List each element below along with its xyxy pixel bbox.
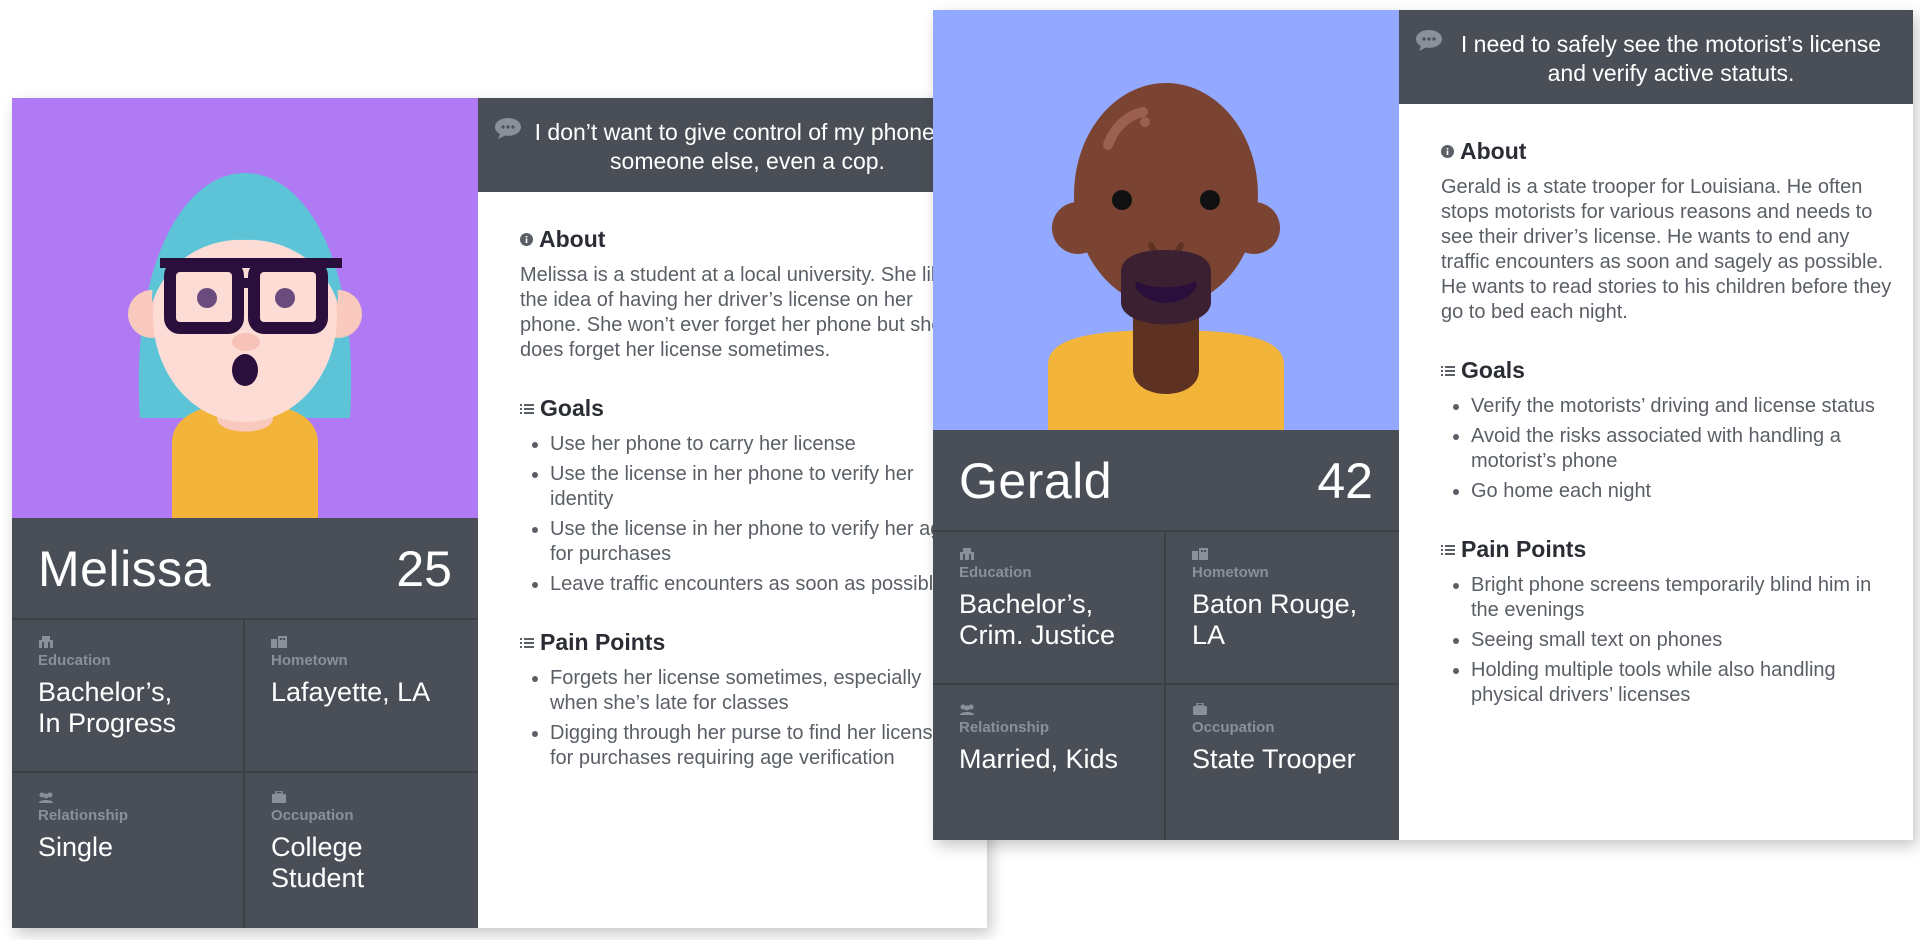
list-item: Avoid the risks associated with handling… <box>1471 424 1895 474</box>
goals-heading: Goals <box>520 395 969 422</box>
section-title: About <box>1460 138 1527 164</box>
list-item: Go home each night <box>1471 479 1895 504</box>
quote-bar: I need to safely see the motorist’s lice… <box>1399 10 1913 104</box>
relationship-icon <box>960 704 974 715</box>
about-text: Melissa is a student at a local universi… <box>520 264 963 361</box>
detail-label: Relationship <box>38 807 129 824</box>
persona-quote: I don’t want to give control of my phone… <box>534 119 961 174</box>
detail-label: Hometown <box>1192 564 1269 581</box>
detail-label: Relationship <box>959 719 1050 736</box>
list-icon <box>520 403 534 414</box>
info-icon <box>520 233 533 246</box>
persona-age: 42 <box>1317 453 1373 509</box>
detail-label: Education <box>959 564 1032 581</box>
goals-list: Verify the motorists’ driving and licens… <box>1441 394 1895 504</box>
info-icon <box>1441 145 1454 158</box>
detail-hometown: Hometown Lafayette, LA <box>245 618 478 773</box>
persona-quote: I need to safely see the motorist’s lice… <box>1460 31 1882 86</box>
about-heading: About <box>520 226 969 253</box>
section-title: Goals <box>540 395 604 421</box>
list-item: Use the license in her phone to verify h… <box>550 462 969 512</box>
goals-heading: Goals <box>1441 357 1895 384</box>
detail-label: Hometown <box>271 652 348 669</box>
detail-value: College Student <box>271 832 365 893</box>
avatar <box>933 10 1399 430</box>
details-grid: Education Bachelor’s, In Progress Hometo… <box>12 618 478 928</box>
education-icon <box>960 548 974 560</box>
detail-value: State Trooper <box>1192 744 1356 774</box>
list-item: Seeing small text on phones <box>1471 628 1895 653</box>
detail-label: Occupation <box>271 807 354 824</box>
occupation-icon <box>1193 703 1207 715</box>
occupation-icon <box>272 791 286 803</box>
relationship-icon <box>39 792 53 803</box>
section-title: Pain Points <box>540 629 666 655</box>
pain-points-list: Bright phone screens temporarily blind h… <box>1441 573 1895 708</box>
section-title: Pain Points <box>1461 536 1587 562</box>
goals-list: Use her phone to carry her license Use t… <box>520 432 969 597</box>
list-item: Digging through her purse to find her li… <box>550 721 969 771</box>
section-title: About <box>539 226 606 252</box>
persona-content: About Melissa is a student at a local un… <box>478 192 987 928</box>
detail-relationship: Relationship Single <box>12 773 245 928</box>
list-icon <box>1441 365 1455 376</box>
about-text: Gerald is a state trooper for Louisiana.… <box>1441 176 1892 323</box>
detail-value: Baton Rouge, LA <box>1192 589 1358 650</box>
name-row: Melissa 25 <box>12 518 478 620</box>
detail-occupation: Occupation College Student <box>245 773 478 928</box>
detail-education: Education Bachelor’s, Crim. Justice <box>933 530 1166 685</box>
detail-value: Bachelor’s, Crim. Justice <box>959 589 1116 650</box>
persona-summary-panel: Gerald 42 Education Bachelor’s, Crim. Ju… <box>933 10 1399 840</box>
education-icon <box>39 636 53 648</box>
pain-points-heading: Pain Points <box>1441 536 1895 563</box>
avatar <box>12 98 478 518</box>
section-title: Goals <box>1461 357 1525 383</box>
persona-card-gerald: Gerald 42 Education Bachelor’s, Crim. Ju… <box>933 10 1913 840</box>
list-icon <box>1441 544 1455 555</box>
detail-value: Bachelor’s, In Progress <box>38 677 177 738</box>
name-row: Gerald 42 <box>933 430 1399 532</box>
list-icon <box>520 637 534 648</box>
detail-hometown: Hometown Baton Rouge, LA <box>1166 530 1399 685</box>
detail-education: Education Bachelor’s, In Progress <box>12 618 245 773</box>
detail-relationship: Relationship Married, Kids <box>933 685 1166 840</box>
persona-name: Melissa <box>38 541 211 597</box>
quote-bar: I don’t want to give control of my phone… <box>478 98 987 192</box>
persona-name: Gerald <box>959 453 1113 509</box>
detail-value: Married, Kids <box>959 744 1119 774</box>
list-item: Forgets her license sometimes, especiall… <box>550 666 969 716</box>
persona-card-melissa: Melissa 25 Education Bachelor’s, In Prog… <box>12 98 987 928</box>
detail-label: Education <box>38 652 111 669</box>
detail-value: Single <box>38 832 114 862</box>
list-item: Holding multiple tools while also handli… <box>1471 658 1895 708</box>
details-grid: Education Bachelor’s, Crim. Justice Home… <box>933 530 1399 840</box>
detail-label: Occupation <box>1192 719 1275 736</box>
list-item: Leave traffic encounters as soon as poss… <box>550 572 969 597</box>
detail-occupation: Occupation State Trooper <box>1166 685 1399 840</box>
detail-value: Lafayette, LA <box>271 677 431 707</box>
persona-content: About Gerald is a state trooper for Loui… <box>1399 104 1913 840</box>
persona-summary-panel: Melissa 25 Education Bachelor’s, In Prog… <box>12 98 478 928</box>
hometown-icon <box>271 636 287 648</box>
persona-age: 25 <box>396 541 452 597</box>
list-item: Use her phone to carry her license <box>550 432 969 457</box>
hometown-icon <box>1192 548 1208 560</box>
list-item: Verify the motorists’ driving and licens… <box>1471 394 1895 419</box>
list-item: Bright phone screens temporarily blind h… <box>1471 573 1895 623</box>
pain-points-heading: Pain Points <box>520 629 969 656</box>
list-item: Use the license in her phone to verify h… <box>550 517 969 567</box>
about-heading: About <box>1441 138 1895 165</box>
pain-points-list: Forgets her license sometimes, especiall… <box>520 666 969 771</box>
